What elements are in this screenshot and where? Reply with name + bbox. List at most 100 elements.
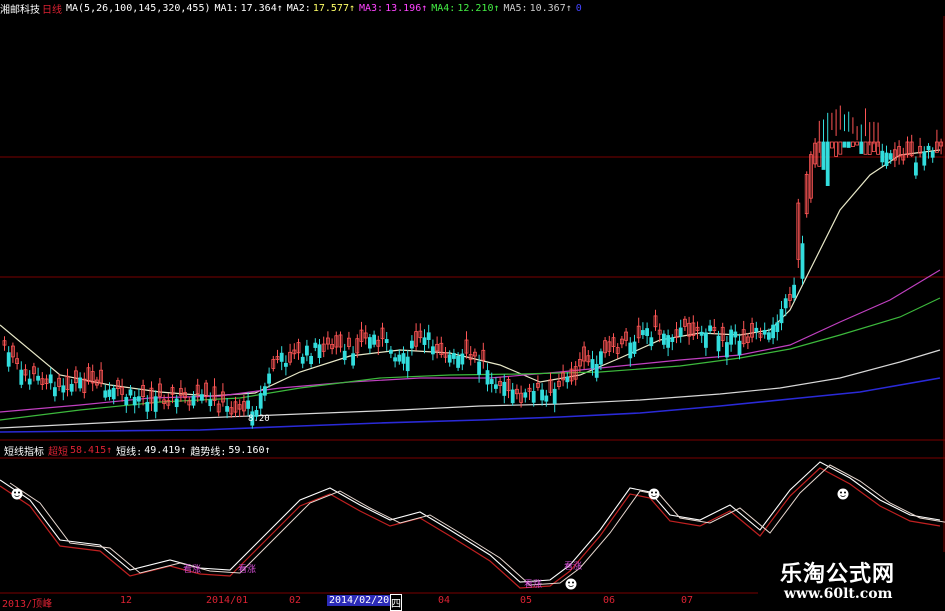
- candle-body: [422, 337, 427, 345]
- candle-body: [666, 335, 670, 348]
- candle-body: [888, 153, 893, 160]
- candle-body: [771, 324, 775, 339]
- candle-body: [540, 389, 544, 401]
- date-tick: 06: [603, 595, 616, 606]
- candle-body: [489, 379, 494, 385]
- candle-body: [552, 388, 557, 404]
- candle-body: [922, 151, 927, 166]
- buy-tag: 看涨: [564, 562, 583, 572]
- candle-body: [132, 396, 137, 406]
- low-price-marker: 8.20: [248, 414, 270, 424]
- smiley-eye: [572, 581, 574, 584]
- smiley-eye: [18, 491, 20, 494]
- candle-body: [733, 331, 738, 338]
- candle-body: [880, 150, 885, 163]
- candle-body: [426, 332, 431, 340]
- candle-body: [510, 389, 515, 404]
- candle-body: [729, 329, 733, 345]
- smiley-icon: [648, 488, 660, 500]
- candle-body: [762, 330, 767, 335]
- candle-body: [313, 342, 318, 348]
- candle-body: [855, 141, 859, 146]
- candle-body: [36, 375, 40, 381]
- date-tick: 2013/顶峰: [2, 599, 53, 610]
- smiley-eye: [840, 491, 842, 494]
- candle-body: [565, 376, 570, 383]
- candle-body: [258, 393, 263, 409]
- candle-body: [767, 332, 771, 340]
- candle-body: [930, 151, 935, 158]
- candle-body: [716, 335, 721, 352]
- candle-body: [300, 356, 305, 364]
- candle-body: [409, 340, 414, 349]
- grid-lines: [0, 16, 945, 594]
- candle-body: [69, 383, 74, 392]
- candle-body: [405, 356, 410, 372]
- candle-body: [267, 373, 272, 384]
- candle-body: [851, 141, 855, 147]
- smiley-icon: [837, 488, 849, 500]
- candle-body: [153, 396, 158, 412]
- candle-body: [372, 334, 377, 345]
- candle-body: [800, 243, 805, 279]
- smiley-eye: [844, 491, 846, 494]
- candle-body: [594, 363, 599, 378]
- candle-body: [792, 284, 796, 298]
- watermark-title: 乐淘公式网: [780, 562, 896, 587]
- candle-body: [262, 386, 267, 396]
- current-date-tick[interactable]: 2014/02/20: [327, 595, 392, 606]
- candle-body: [838, 141, 843, 155]
- candle-body: [502, 381, 507, 396]
- candle-body: [61, 385, 66, 393]
- candle-body: [199, 394, 204, 401]
- smiley-eye: [568, 581, 570, 584]
- candle-body: [493, 384, 498, 389]
- candle-body: [662, 333, 666, 345]
- ma6-line: [0, 377, 941, 433]
- candle-body: [779, 309, 784, 324]
- candle-body: [342, 350, 347, 361]
- candle-body: [111, 387, 116, 400]
- candle-body: [859, 141, 864, 154]
- candle-body: [397, 354, 402, 362]
- candle-body: [926, 145, 931, 151]
- candle-body: [842, 141, 847, 148]
- candle-body: [6, 352, 11, 367]
- candle-body: [456, 355, 461, 368]
- candle-body: [632, 341, 637, 354]
- candle-body: [246, 400, 251, 409]
- candle-body: [641, 330, 645, 336]
- smiley-eye: [14, 491, 16, 494]
- candle-body: [191, 395, 196, 406]
- stock-chart[interactable]: 8.20: [0, 0, 945, 594]
- smiley-icon: [565, 578, 577, 590]
- candle-body: [430, 346, 435, 355]
- watermark: 乐淘公式网 www.60lt.com: [758, 552, 945, 609]
- buy-tag: 看涨: [524, 580, 543, 590]
- date-tick: 02: [289, 595, 302, 606]
- date-tick: 07: [681, 595, 694, 606]
- candle-body: [128, 389, 133, 396]
- candle-body: [283, 362, 288, 367]
- candle-body: [599, 351, 603, 365]
- candle-body: [225, 406, 230, 412]
- candle-body: [174, 398, 179, 408]
- candle-body: [460, 353, 465, 365]
- date-tick: 04: [438, 595, 451, 606]
- date-tick: 12: [120, 595, 133, 606]
- candle-body: [737, 340, 742, 356]
- smiley-icon: [11, 488, 23, 500]
- candle-body: [485, 370, 490, 385]
- candle-body: [708, 325, 712, 332]
- candle-body: [590, 359, 595, 369]
- candle-body: [309, 356, 314, 365]
- candle-body: [645, 328, 649, 336]
- candle-body: [317, 344, 322, 358]
- candle-body: [19, 369, 24, 385]
- candle-body: [863, 141, 868, 155]
- candle-body: [531, 391, 536, 403]
- candle-body: [704, 332, 708, 348]
- date-tick: 2014/01: [206, 595, 249, 606]
- candle-body: [304, 345, 309, 356]
- candle-body: [48, 374, 53, 384]
